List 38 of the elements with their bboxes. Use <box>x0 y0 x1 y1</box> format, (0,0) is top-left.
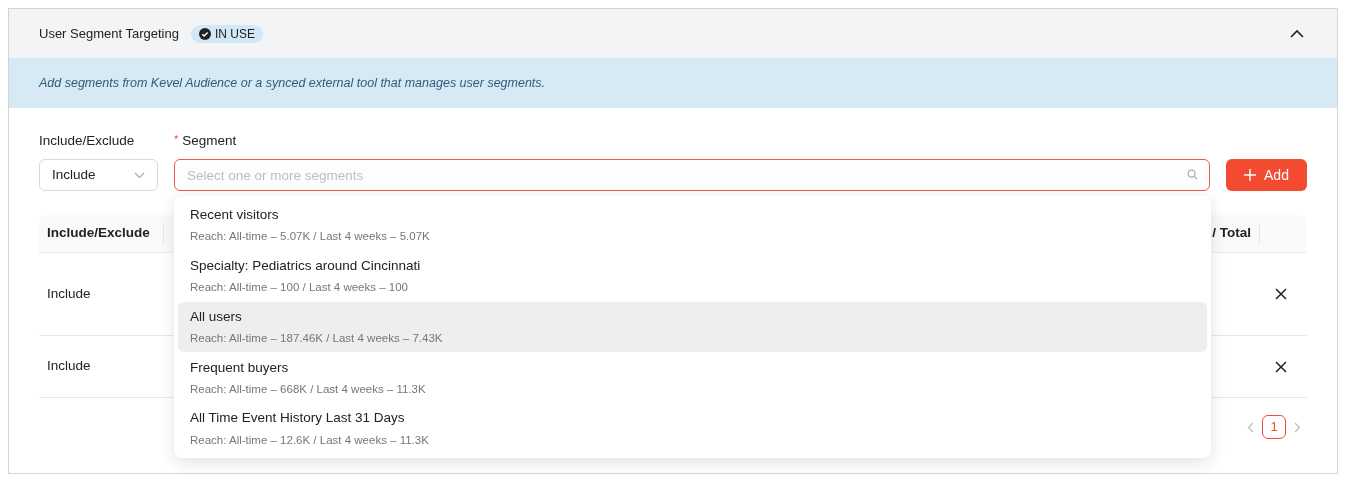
close-button[interactable] <box>1273 286 1289 302</box>
option-reach: Reach: All-time – 100 / Last 4 weeks – 100 <box>190 280 409 296</box>
close-icon <box>1275 288 1287 300</box>
column-header: / Total <box>1212 223 1260 244</box>
option-reach: Reach: All-time – 12.6K / Last 4 weeks – 11.3K <box>190 432 430 448</box>
page-button[interactable]: 1 <box>1262 415 1286 439</box>
mode-select[interactable]: Include <box>39 159 158 191</box>
option-reach: Reach: All-time – 5.07K / Last 4 weeks – 5.07K <box>190 229 431 245</box>
segment-search-field[interactable]: Select one or more segments <box>174 159 1210 191</box>
dropdown-option[interactable]: Frequent buyers Reach: All-time – 668K / Last 4 weeks – 11.3K <box>178 352 1207 404</box>
chevron-up-icon <box>1290 29 1304 38</box>
info-text: Add segments from Kevel Audience or a synced external tool that manages user segments. <box>39 74 546 92</box>
panel-title: User Segment Targeting <box>39 24 179 43</box>
table-cell-text: Include <box>46 357 92 376</box>
required-mark: * <box>174 133 179 145</box>
table-cell-text: Include <box>46 284 92 303</box>
dropdown-option[interactable]: All Time Event History Last 31 Days Reach: All-time – 12.6K / Last 4 weeks – 11.3K <box>178 403 1207 454</box>
plus-icon <box>1244 169 1257 181</box>
dropdown-option[interactable]: Recent visitors Reach: All-time – 5.07K / Last 4 weeks – 5.07K <box>178 200 1207 251</box>
dropdown-option[interactable]: Specialty: Pediatrics around Cincinnati Reach: All-time – 100 / Last 4 weeks – 100 <box>178 250 1207 302</box>
column-header: Include/Exclude <box>39 223 164 244</box>
check-circle-icon <box>198 27 211 40</box>
option-reach: Reach: All-time – 668K / Last 4 weeks – 11.3K <box>190 381 427 397</box>
search-icon <box>1187 169 1198 180</box>
close-icon <box>1275 360 1287 373</box>
option-name: Recent visitors <box>190 206 280 225</box>
field-label: * Segment <box>174 132 238 149</box>
status-badge: IN USE <box>190 24 263 43</box>
option-name: Frequent buyers <box>190 358 290 377</box>
chevron-down-icon <box>134 171 145 179</box>
field-label: Include/Exclude <box>39 132 136 149</box>
option-name: All users <box>190 307 243 326</box>
option-name: All Time Event History Last 31 Days <box>190 409 406 428</box>
close-button[interactable] <box>1273 358 1289 375</box>
option-name: Specialty: Pediatrics around Cincinnati <box>190 256 422 275</box>
dropdown-option[interactable]: All users Reach: All-time – 187.46K / Last 4 weeks – 7.43K <box>178 301 1207 353</box>
option-reach: Reach: All-time – 187.46K / Last 4 weeks – 7.43K <box>190 331 444 346</box>
add-button[interactable]: Add <box>1226 159 1307 191</box>
